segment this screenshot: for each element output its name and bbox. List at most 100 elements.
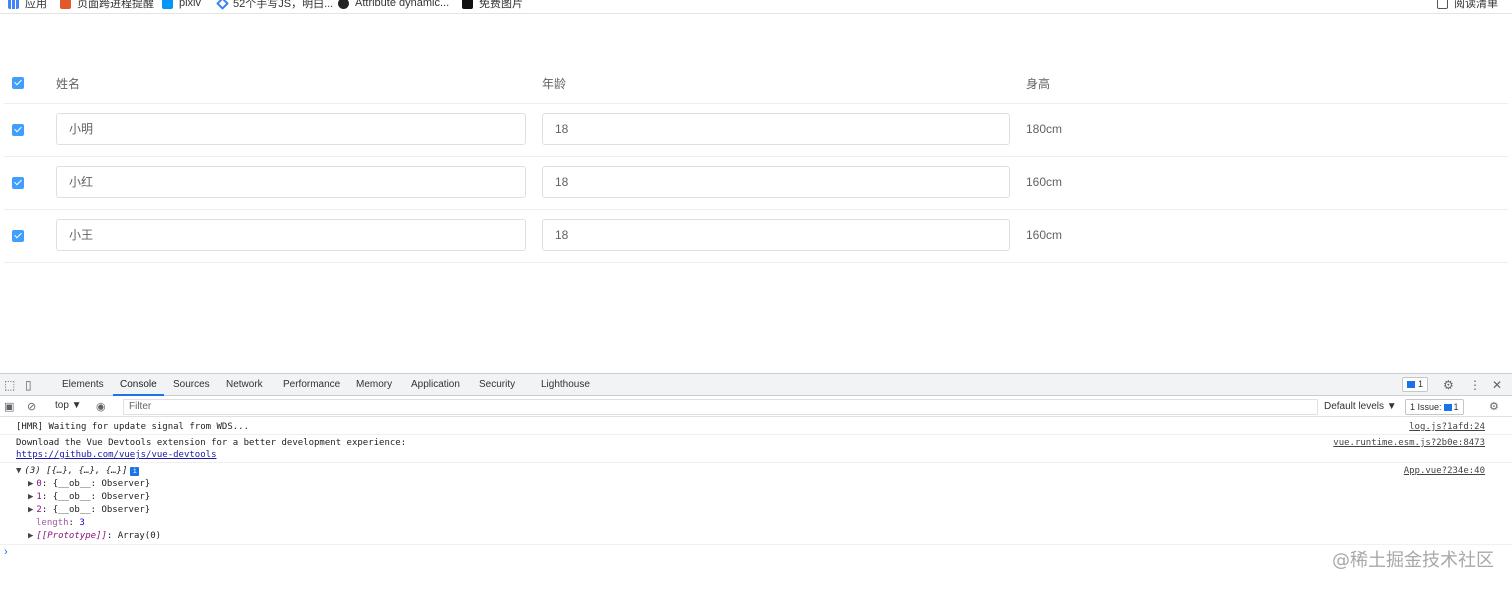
expand-triangle-icon[interactable]: ▶ (28, 531, 33, 541)
black-square-icon (462, 0, 473, 9)
prototype-key: [[Prototype]] (36, 531, 107, 541)
header-height: 身高 (1026, 77, 1051, 91)
bookmarks-bar: 应用 页面跨进程提醒 pixiv 52个手写JS，明白... Attribute… (0, 0, 1512, 14)
source-link[interactable]: log.js?1afd:24 (1409, 422, 1485, 432)
issue-flag-icon (1443, 404, 1452, 411)
tab-lighthouse[interactable]: Lighthouse (541, 374, 590, 396)
issues-button[interactable]: 1 Issue: 1 (1405, 399, 1464, 415)
expand-triangle-icon[interactable]: ▶ (28, 492, 33, 502)
context-selector[interactable]: top ▼ (55, 400, 82, 411)
prototype-value: Array(0) (117, 531, 162, 541)
table-row: 小明 18 180cm (4, 104, 1508, 157)
table-header: 姓名 年龄 身高 (4, 61, 1508, 104)
tab-console[interactable]: Console (113, 374, 164, 396)
messages-count: 1 (1418, 379, 1424, 389)
divider (0, 434, 1512, 435)
tab-performance[interactable]: Performance (283, 374, 340, 396)
expand-triangle-icon[interactable]: ▼ (16, 466, 21, 476)
diamond-icon (216, 0, 229, 10)
close-icon[interactable]: ✕ (1492, 374, 1502, 396)
more-options-icon[interactable]: ⋮ (1469, 374, 1481, 396)
expand-triangle-icon[interactable]: ▶ (28, 479, 33, 489)
bookmark-label: Attribute dynamic... (355, 0, 450, 9)
table-row: 小王 18 160cm (4, 210, 1508, 263)
entry-value: {__ob__: Observer} (52, 479, 151, 489)
height-cell: 160cm (1026, 175, 1063, 189)
select-all-checkbox[interactable] (12, 77, 24, 89)
clear-console-icon[interactable]: ⊘ (27, 400, 36, 414)
row-checkbox[interactable] (12, 177, 24, 189)
messages-badge[interactable]: 1 (1402, 377, 1429, 392)
github-icon (338, 0, 349, 9)
reading-list-label: 阅读清单 (1454, 0, 1498, 10)
reading-list-button[interactable]: 阅读清单 (1437, 0, 1498, 11)
devtools-tabbar: ⬚ ▯ Elements Console Sources Network Per… (0, 374, 1512, 396)
header-name: 姓名 (56, 77, 81, 91)
expand-triangle-icon[interactable]: ▶ (28, 505, 33, 515)
console-prompt-icon[interactable]: › (4, 546, 8, 558)
entry-key: 0 (36, 479, 42, 489)
name-input[interactable]: 小红 (56, 166, 526, 198)
name-input[interactable]: 小明 (56, 113, 526, 145)
bookmark-label: 52个手写JS，明白... (233, 0, 334, 10)
entry-value: {__ob__: Observer} (52, 505, 151, 515)
source-link[interactable]: vue.runtime.esm.js?2b0e:8473 (1333, 438, 1485, 448)
tab-sources[interactable]: Sources (173, 374, 210, 396)
inspect-element-icon[interactable]: ⬚ (4, 374, 15, 396)
bookmark-apps[interactable]: 应用 (8, 0, 47, 11)
log-levels-dropdown[interactable]: Default levels ▼ (1324, 401, 1397, 412)
entry-value: {__ob__: Observer} (52, 492, 151, 502)
message-text: Download the Vue Devtools extension for … (16, 438, 407, 448)
name-input[interactable]: 小王 (56, 219, 526, 251)
table-row: 小红 18 160cm (4, 157, 1508, 210)
tab-network[interactable]: Network (226, 374, 263, 396)
bookmark-label: 页面跨进程提醒 (77, 0, 154, 10)
tab-security[interactable]: Security (479, 374, 515, 396)
message-flag-icon (1407, 381, 1415, 388)
length-value: 3 (79, 518, 85, 528)
message-text: [HMR] Waiting for update signal from WDS… (16, 422, 249, 432)
bookmark-pixiv[interactable]: pixiv (162, 0, 201, 11)
bookmark-label: 应用 (25, 0, 47, 10)
array-summary[interactable]: ▼ (3) [{…}, {…}, {…}] i (16, 466, 140, 476)
tab-elements[interactable]: Elements (62, 374, 104, 396)
console-toolbar: ▣ ⊘ top ▼ ◉ Filter Default levels ▼ 1 Is… (0, 397, 1512, 417)
divider (0, 462, 1512, 463)
array-summary-text: (3) [{…}, {…}, {…}] (24, 466, 128, 476)
live-expression-eye-icon[interactable]: ◉ (96, 400, 106, 414)
tab-application[interactable]: Application (411, 374, 460, 396)
devtools-url-link[interactable]: https://github.com/vuejs/vue-devtools (16, 450, 216, 460)
app-content: 姓名 年龄 身高 小明 18 180cm 小红 18 160cm 小王 18 1… (0, 15, 1512, 373)
bookmark-item[interactable]: 52个手写JS，明白... (216, 0, 334, 11)
height-cell: 180cm (1026, 122, 1063, 136)
divider (0, 544, 1512, 545)
console-settings-gear-icon[interactable]: ⚙ (1489, 400, 1499, 414)
c-site-icon (60, 0, 71, 9)
age-input[interactable]: 18 (542, 166, 1010, 198)
height-cell: 160cm (1026, 228, 1063, 242)
bookmark-item[interactable]: Attribute dynamic... (338, 0, 449, 11)
header-age: 年龄 (542, 77, 567, 91)
source-link[interactable]: App.vue?234e:40 (1404, 466, 1485, 476)
devtools-panel: ⬚ ▯ Elements Console Sources Network Per… (0, 373, 1512, 590)
bookmark-label: pixiv (179, 0, 202, 9)
sidebar-toggle-icon[interactable]: ▣ (4, 400, 14, 414)
info-icon[interactable]: i (130, 467, 140, 476)
pixiv-icon (162, 0, 173, 9)
tab-memory[interactable]: Memory (356, 374, 392, 396)
row-checkbox[interactable] (12, 230, 24, 242)
device-toolbar-icon[interactable]: ▯ (25, 374, 32, 396)
bookmark-item[interactable]: 免费图片 (462, 0, 523, 11)
age-input[interactable]: 18 (542, 113, 1010, 145)
reading-list-icon (1437, 0, 1448, 9)
age-input[interactable]: 18 (542, 219, 1010, 251)
settings-gear-icon[interactable]: ⚙ (1443, 374, 1454, 396)
apps-grid-icon (8, 0, 19, 9)
bookmark-item[interactable]: 页面跨进程提醒 (60, 0, 154, 11)
watermark: @稀土掘金技术社区 (1332, 550, 1494, 571)
length-key: length (36, 518, 69, 528)
bookmark-label: 免费图片 (479, 0, 523, 10)
row-checkbox[interactable] (12, 124, 24, 136)
issues-label: 1 Issue: (1410, 402, 1442, 412)
filter-input[interactable]: Filter (123, 399, 1318, 415)
